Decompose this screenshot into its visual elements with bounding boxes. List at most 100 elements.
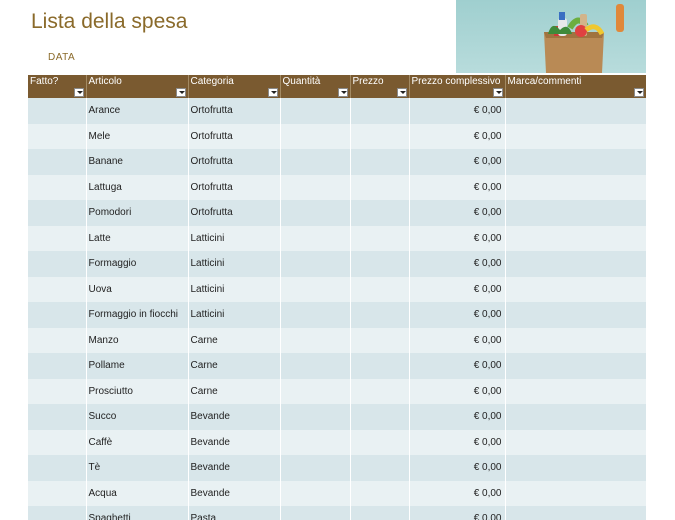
price-cell[interactable]: [350, 302, 410, 328]
filter-dropdown-icon[interactable]: [267, 88, 278, 97]
filter-dropdown-icon[interactable]: [492, 88, 503, 97]
brand-comments-cell[interactable]: [505, 251, 646, 277]
category-cell[interactable]: Bevande: [188, 455, 281, 481]
total-price-cell[interactable]: € 0,00: [409, 149, 506, 175]
done-cell[interactable]: [28, 327, 87, 353]
done-cell[interactable]: [28, 123, 87, 149]
filter-dropdown-icon[interactable]: [337, 88, 348, 97]
brand-comments-cell[interactable]: [505, 404, 646, 430]
category-cell[interactable]: Latticini: [188, 251, 281, 277]
article-cell[interactable]: Succo: [86, 404, 189, 430]
quantity-cell[interactable]: [280, 455, 351, 481]
done-cell[interactable]: [28, 404, 87, 430]
quantity-cell[interactable]: [280, 174, 351, 200]
category-cell[interactable]: Carne: [188, 378, 281, 404]
done-cell[interactable]: [28, 506, 87, 520]
done-cell[interactable]: [28, 353, 87, 379]
article-cell[interactable]: Manzo: [86, 327, 189, 353]
quantity-cell[interactable]: [280, 429, 351, 455]
filter-dropdown-icon[interactable]: [396, 88, 407, 97]
brand-comments-cell[interactable]: [505, 302, 646, 328]
quantity-cell[interactable]: [280, 404, 351, 430]
total-price-cell[interactable]: € 0,00: [409, 276, 506, 302]
article-cell[interactable]: Formaggio in fiocchi: [86, 302, 189, 328]
article-cell[interactable]: Uova: [86, 276, 189, 302]
price-cell[interactable]: [350, 174, 410, 200]
quantity-cell[interactable]: [280, 251, 351, 277]
price-cell[interactable]: [350, 480, 410, 506]
done-cell[interactable]: [28, 149, 87, 175]
total-price-cell[interactable]: € 0,00: [409, 327, 506, 353]
article-cell[interactable]: Acqua: [86, 480, 189, 506]
done-cell[interactable]: [28, 455, 87, 481]
article-cell[interactable]: Arance: [86, 98, 189, 124]
filter-dropdown-icon[interactable]: [633, 88, 644, 97]
total-price-cell[interactable]: € 0,00: [409, 302, 506, 328]
quantity-cell[interactable]: [280, 378, 351, 404]
done-cell[interactable]: [28, 200, 87, 226]
total-price-cell[interactable]: € 0,00: [409, 225, 506, 251]
done-cell[interactable]: [28, 378, 87, 404]
total-price-cell[interactable]: € 0,00: [409, 455, 506, 481]
article-cell[interactable]: Formaggio: [86, 251, 189, 277]
total-price-cell[interactable]: € 0,00: [409, 429, 506, 455]
price-cell[interactable]: [350, 200, 410, 226]
date-label[interactable]: DATA: [48, 52, 75, 63]
brand-comments-cell[interactable]: [505, 149, 646, 175]
category-cell[interactable]: Bevande: [188, 429, 281, 455]
quantity-cell[interactable]: [280, 353, 351, 379]
brand-comments-cell[interactable]: [505, 429, 646, 455]
price-cell[interactable]: [350, 353, 410, 379]
quantity-cell[interactable]: [280, 200, 351, 226]
category-cell[interactable]: Ortofrutta: [188, 98, 281, 124]
category-cell[interactable]: Ortofrutta: [188, 200, 281, 226]
category-cell[interactable]: Bevande: [188, 480, 281, 506]
category-cell[interactable]: Latticini: [188, 225, 281, 251]
done-cell[interactable]: [28, 251, 87, 277]
total-price-cell[interactable]: € 0,00: [409, 404, 506, 430]
price-cell[interactable]: [350, 251, 410, 277]
category-cell[interactable]: Latticini: [188, 302, 281, 328]
article-cell[interactable]: Latte: [86, 225, 189, 251]
article-cell[interactable]: Prosciutto: [86, 378, 189, 404]
done-cell[interactable]: [28, 98, 87, 124]
article-cell[interactable]: Pollame: [86, 353, 189, 379]
price-cell[interactable]: [350, 149, 410, 175]
price-cell[interactable]: [350, 225, 410, 251]
quantity-cell[interactable]: [280, 149, 351, 175]
category-cell[interactable]: Latticini: [188, 276, 281, 302]
article-cell[interactable]: Lattuga: [86, 174, 189, 200]
category-cell[interactable]: Carne: [188, 327, 281, 353]
done-cell[interactable]: [28, 276, 87, 302]
price-cell[interactable]: [350, 276, 410, 302]
total-price-cell[interactable]: € 0,00: [409, 251, 506, 277]
total-price-cell[interactable]: € 0,00: [409, 123, 506, 149]
done-cell[interactable]: [28, 429, 87, 455]
price-cell[interactable]: [350, 506, 410, 520]
total-price-cell[interactable]: € 0,00: [409, 480, 506, 506]
category-cell[interactable]: Carne: [188, 353, 281, 379]
article-cell[interactable]: Caffè: [86, 429, 189, 455]
brand-comments-cell[interactable]: [505, 225, 646, 251]
total-price-cell[interactable]: € 0,00: [409, 174, 506, 200]
price-cell[interactable]: [350, 98, 410, 124]
brand-comments-cell[interactable]: [505, 506, 646, 520]
done-cell[interactable]: [28, 302, 87, 328]
brand-comments-cell[interactable]: [505, 480, 646, 506]
category-cell[interactable]: Ortofrutta: [188, 149, 281, 175]
total-price-cell[interactable]: € 0,00: [409, 200, 506, 226]
price-cell[interactable]: [350, 455, 410, 481]
brand-comments-cell[interactable]: [505, 98, 646, 124]
quantity-cell[interactable]: [280, 506, 351, 520]
brand-comments-cell[interactable]: [505, 455, 646, 481]
article-cell[interactable]: Mele: [86, 123, 189, 149]
quantity-cell[interactable]: [280, 98, 351, 124]
done-cell[interactable]: [28, 174, 87, 200]
total-price-cell[interactable]: € 0,00: [409, 378, 506, 404]
category-cell[interactable]: Pasta: [188, 506, 281, 520]
filter-dropdown-icon[interactable]: [175, 88, 186, 97]
quantity-cell[interactable]: [280, 302, 351, 328]
price-cell[interactable]: [350, 404, 410, 430]
price-cell[interactable]: [350, 429, 410, 455]
brand-comments-cell[interactable]: [505, 353, 646, 379]
